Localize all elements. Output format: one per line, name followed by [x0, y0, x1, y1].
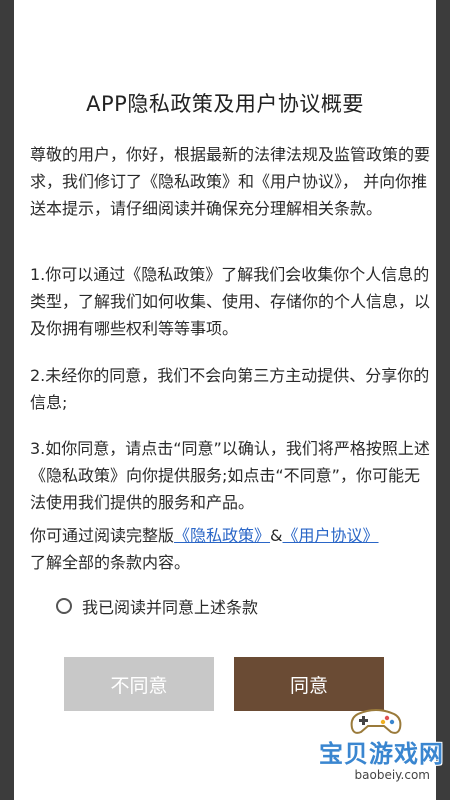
intro-paragraph: 尊敬的用户，你好，根据最新的法律法规及监管政策的要求，我们修订了《隐私政策》和《… — [30, 145, 431, 218]
clause-3-paragraph: 3.如你同意，请点击“同意”以确认，我们将严格按照上述《隐私政策》向你提供服务;… — [30, 439, 430, 512]
disagree-button[interactable]: 不同意 — [64, 657, 214, 711]
clause-1-paragraph: 1.你可以通过《隐私政策》了解我们会收集你个人信息的类型，了解我们如何收集、使用… — [30, 265, 431, 338]
privacy-policy-link[interactable]: 《隐私政策》 — [174, 526, 270, 545]
dialog-title: APP隐私政策及用户协议概要 — [86, 92, 364, 116]
privacy-dialog: APP隐私政策及用户协议概要 尊敬的用户，你好，根据最新的法律法规及监管政策的要… — [14, 0, 436, 800]
full-terms-paragraph: 你可通过阅读完整版《隐私政策》&《用户协议》了解全部的条款内容。 — [30, 522, 430, 576]
watermark-text: 宝贝游戏网 — [319, 740, 444, 768]
user-agreement-link[interactable]: 《用户协议》 — [283, 526, 379, 545]
radio-unchecked-icon[interactable] — [56, 598, 72, 614]
agree-button[interactable]: 同意 — [234, 657, 384, 711]
ampersand: & — [270, 526, 283, 545]
watermark: 宝贝游戏网 baobeiy.com — [294, 704, 444, 794]
full-terms-prefix: 你可通过阅读完整版 — [30, 526, 175, 545]
clause-2-paragraph: 2.未经你的同意，我们不会向第三方主动提供、分享你的信息; — [30, 366, 430, 412]
agree-terms-checkbox[interactable]: 我已阅读并同意上述条款 — [56, 592, 258, 620]
watermark-url: baobeiy.com — [354, 768, 430, 782]
gamepad-icon — [350, 709, 402, 734]
full-terms-suffix: 了解全部的条款内容。 — [30, 553, 191, 572]
agree-terms-label: 我已阅读并同意上述条款 — [82, 598, 259, 617]
